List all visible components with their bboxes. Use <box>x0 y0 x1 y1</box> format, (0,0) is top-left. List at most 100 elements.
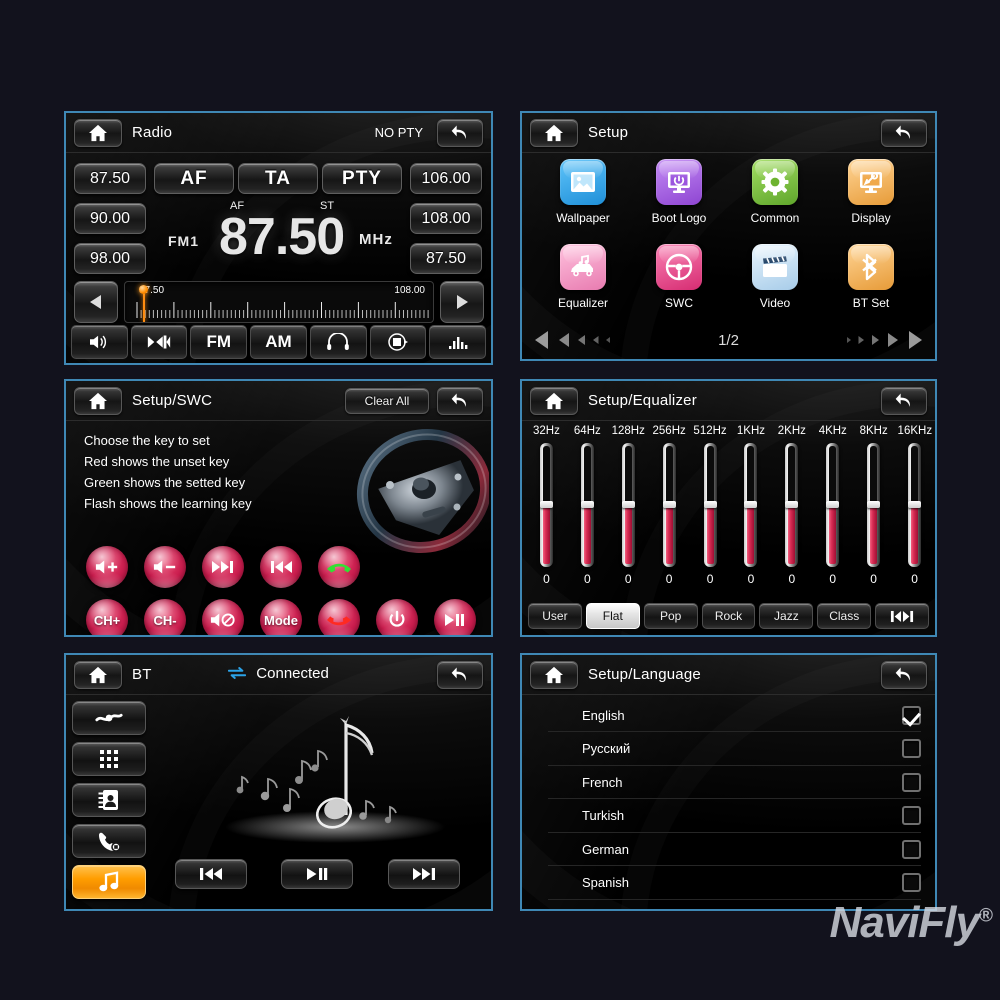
language-checkbox[interactable] <box>902 873 921 892</box>
preset-left-1[interactable]: 87.50 <box>74 163 146 194</box>
eq-band-slider[interactable] <box>867 443 881 567</box>
swc-key-volume-down[interactable] <box>144 546 186 588</box>
preset-left-3[interactable]: 98.00 <box>74 243 146 274</box>
back-button[interactable] <box>437 660 483 689</box>
eq-band-slider[interactable] <box>539 443 553 567</box>
eq-balance-button[interactable] <box>875 603 930 629</box>
swc-key-ch-up[interactable]: CH+ <box>86 599 128 635</box>
language-row[interactable]: German <box>548 833 921 866</box>
swc-key-mode[interactable]: Mode <box>260 599 302 635</box>
fm-band-button[interactable]: FM <box>190 325 248 359</box>
home-button[interactable] <box>74 118 122 147</box>
eq-band-slider[interactable] <box>580 443 594 567</box>
clear-all-button[interactable]: Clear All <box>345 387 429 414</box>
eq-band-slider[interactable] <box>621 443 635 567</box>
bt-pair-button[interactable] <box>72 701 146 735</box>
eq-preset-class[interactable]: Class <box>817 603 872 629</box>
swc-key-volume-up[interactable] <box>86 546 128 588</box>
eq-band-slider[interactable] <box>744 443 758 567</box>
eq-band[interactable]: 2KHz 0 <box>775 425 809 586</box>
language-checkbox[interactable] <box>902 772 921 792</box>
preset-left-2[interactable]: 90.00 <box>74 203 146 234</box>
eq-preset-user[interactable]: User <box>528 603 582 629</box>
swc-key-call-answer[interactable] <box>318 546 360 588</box>
setup-item-video[interactable]: Video <box>731 244 819 310</box>
preset-right-2[interactable]: 108.00 <box>410 203 482 234</box>
eq-band[interactable]: 1KHz 0 <box>734 425 768 586</box>
setup-item-bt-set[interactable]: BT Set <box>827 244 915 310</box>
bt-prev-button[interactable] <box>175 859 248 889</box>
eq-band[interactable]: 256Hz 0 <box>652 425 686 586</box>
setup-item-equalizer[interactable]: Equalizer <box>539 244 627 310</box>
ta-button[interactable]: TA <box>238 163 318 194</box>
language-checkbox-checked[interactable] <box>902 705 921 725</box>
language-row[interactable]: Spanish <box>548 867 921 900</box>
preset-right-1[interactable]: 106.00 <box>410 163 482 194</box>
language-checkbox[interactable] <box>902 739 921 758</box>
home-button[interactable] <box>530 660 578 689</box>
swc-key-call-end[interactable] <box>318 599 360 635</box>
home-button[interactable] <box>530 118 578 147</box>
back-button[interactable] <box>437 118 483 147</box>
swc-key-power[interactable] <box>376 599 418 635</box>
language-row[interactable]: English <box>548 699 921 732</box>
setup-item-display[interactable]: Display <box>827 159 915 225</box>
tune-next-button[interactable] <box>440 281 484 323</box>
eq-band[interactable]: 4KHz 0 <box>816 425 850 586</box>
swc-instruction-4: Flash shows the learning key <box>84 496 252 511</box>
swc-key-mute[interactable] <box>202 599 244 635</box>
eq-band-slider[interactable] <box>703 443 717 567</box>
eq-band-slider[interactable] <box>785 443 799 567</box>
pty-button[interactable]: PTY <box>322 163 402 194</box>
home-button[interactable] <box>74 386 122 415</box>
back-button[interactable] <box>881 660 927 689</box>
swc-key-next-track[interactable] <box>202 546 244 588</box>
bt-dialpad-button[interactable] <box>72 742 146 776</box>
swc-key-ch-down[interactable]: CH- <box>144 599 186 635</box>
equalizer-button[interactable] <box>429 325 487 359</box>
af-button[interactable]: AF <box>154 163 234 194</box>
language-row[interactable]: Русский <box>548 733 921 766</box>
language-row[interactable]: French <box>548 766 921 799</box>
eq-band[interactable]: 128Hz 0 <box>611 425 645 586</box>
home-button[interactable] <box>74 660 122 689</box>
eq-preset-rock[interactable]: Rock <box>701 603 756 629</box>
headphone-button[interactable] <box>309 325 367 359</box>
bt-next-button[interactable] <box>387 859 460 889</box>
tuning-scale[interactable]: 87.50 108.00 <box>124 281 434 323</box>
home-button[interactable] <box>530 386 578 415</box>
bt-call-log-button[interactable] <box>72 824 146 858</box>
eq-band-slider[interactable] <box>662 443 676 567</box>
eq-band[interactable]: 16KHz 0 <box>898 425 933 586</box>
am-band-button[interactable]: AM <box>250 325 307 359</box>
eq-preset-flat[interactable]: Flat <box>585 603 640 629</box>
eq-band[interactable]: 8KHz 0 <box>857 425 891 586</box>
back-button[interactable] <box>881 386 927 415</box>
save-refresh-button[interactable] <box>369 325 427 359</box>
eq-band[interactable]: 512Hz 0 <box>693 425 727 586</box>
setup-item-boot-logo[interactable]: Boot Logo <box>635 159 723 225</box>
setup-item-wallpaper[interactable]: Wallpaper <box>539 159 627 225</box>
scan-button[interactable] <box>130 325 188 359</box>
language-checkbox[interactable] <box>902 839 921 859</box>
eq-preset-pop[interactable]: Pop <box>643 603 698 629</box>
back-button[interactable] <box>437 386 483 415</box>
eq-band-slider[interactable] <box>908 443 922 567</box>
language-row[interactable]: Turkish <box>548 800 921 833</box>
setup-item-common[interactable]: Common <box>731 159 819 225</box>
preset-right-3[interactable]: 87.50 <box>410 243 482 274</box>
swc-key-play-pause[interactable] <box>434 599 476 635</box>
bt-play-pause-button[interactable] <box>281 859 354 889</box>
setup-item-swc[interactable]: SWC <box>635 244 723 310</box>
eq-band[interactable]: 32Hz 0 <box>529 425 563 586</box>
volume-button[interactable] <box>71 325 128 359</box>
tune-prev-button[interactable] <box>74 281 118 323</box>
bt-music-button[interactable] <box>72 865 146 899</box>
bt-phonebook-button[interactable] <box>72 783 146 817</box>
eq-band[interactable]: 64Hz 0 <box>570 425 604 586</box>
back-button[interactable] <box>881 118 927 147</box>
eq-band-slider[interactable] <box>826 443 840 567</box>
swc-key-prev-track[interactable] <box>260 546 302 588</box>
language-checkbox[interactable] <box>902 806 921 825</box>
eq-preset-jazz[interactable]: Jazz <box>759 603 814 629</box>
